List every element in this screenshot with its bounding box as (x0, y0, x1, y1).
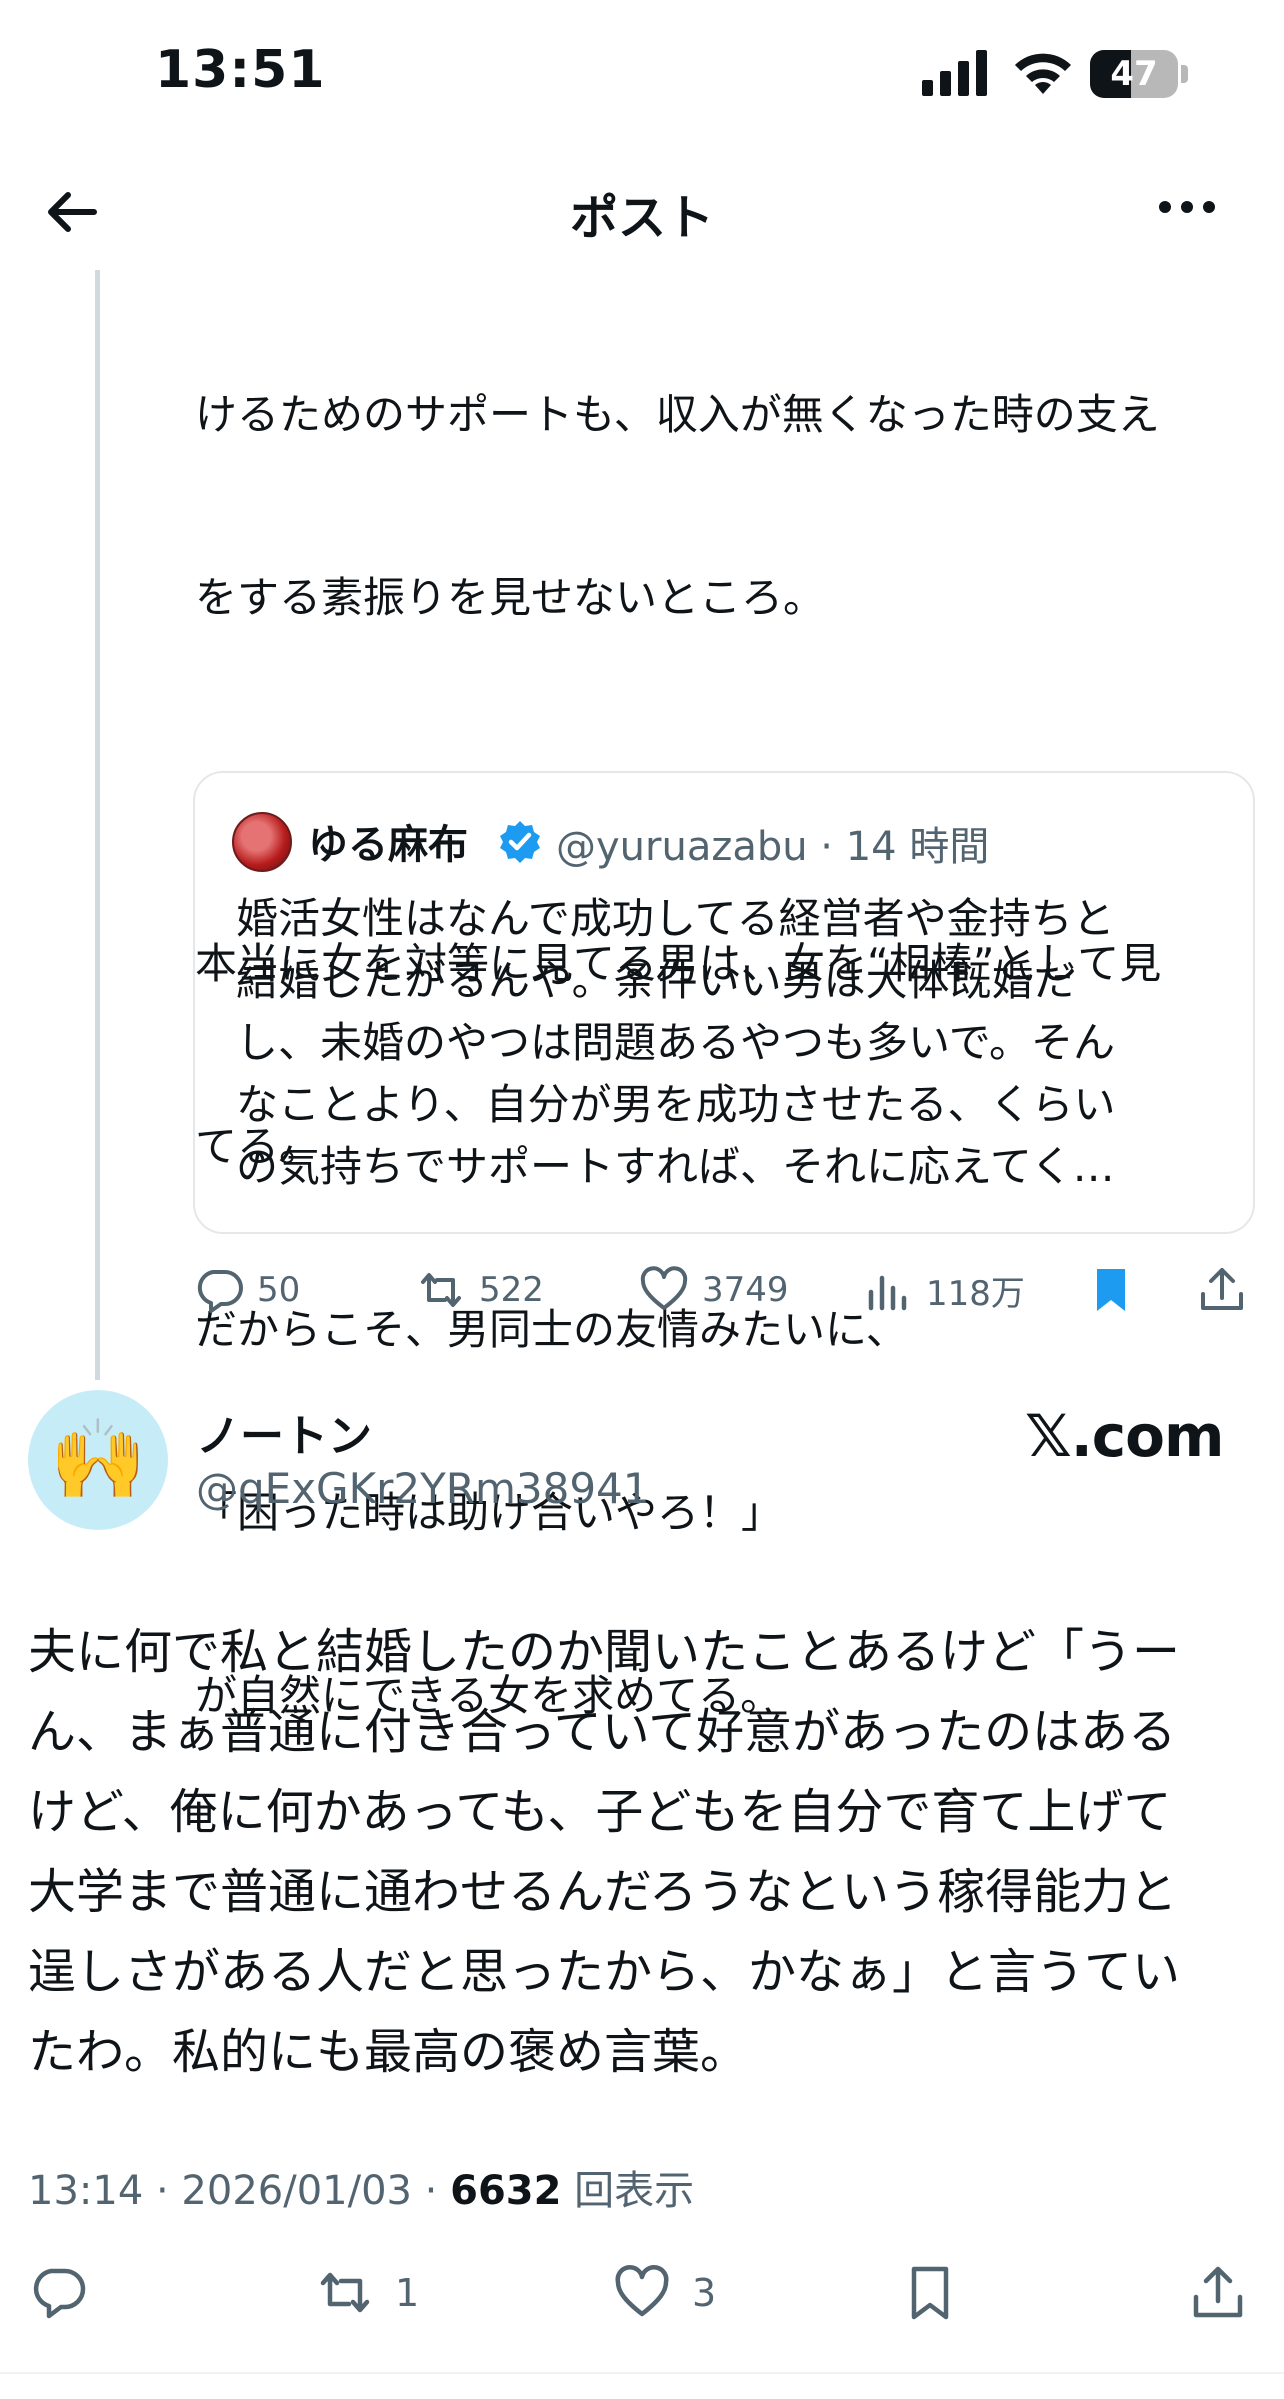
post-view-label: 回表示 (561, 2168, 695, 2214)
post-view-count[interactable]: 6632 (450, 2168, 561, 2214)
quoted-author-avatar (232, 812, 292, 872)
share-button[interactable] (1188, 2258, 1248, 2328)
page-title: ポスト (569, 190, 714, 246)
parent-reply-count: 50 (257, 1270, 301, 1310)
post-timestamp: 13:14 · 2026/01/03 · (28, 2168, 451, 2214)
heart-icon (640, 1266, 688, 1310)
status-time: 13:51 (155, 40, 326, 100)
parent-like-count: 3749 (702, 1270, 789, 1310)
post-metadata: 13:14 · 2026/01/03 · 6632 回表示 (28, 2158, 694, 2216)
analytics-bar-icon (868, 1275, 907, 1311)
bookmark-filled-icon (1097, 1269, 1125, 1311)
wifi-icon (1015, 53, 1071, 94)
quoted-post-line: の気持ちでサポートすれば、それに応えてく… (236, 1142, 1115, 1191)
quoted-post-text: 婚活女性はなんで成功してる経営者や金持ちと 結婚したがるんや。条件いい男は大体既… (236, 888, 1236, 1198)
main-post-line: 逞しさがある人だと思ったから、かなぁ」と言うてい (28, 1944, 1181, 2000)
bookmark-button[interactable] (900, 2258, 960, 2328)
quoted-author-name: ゆる麻布 (308, 822, 468, 868)
reply-button[interactable] (28, 2258, 88, 2328)
share-icon (1193, 2266, 1243, 2318)
parent-share-button[interactable] (1196, 1262, 1248, 1318)
reply-icon (197, 1270, 243, 1313)
cellular-signal-icon (922, 50, 987, 96)
main-post-line: 夫に何で私と結婚したのか聞いたことあるけど「うー (28, 1624, 1181, 1680)
parent-post-line: けるためのサポートも、収入が無くなった時の支え (195, 390, 1160, 439)
battery-level: 47 (1110, 54, 1158, 94)
author-avatar[interactable]: 🙌 (28, 1390, 168, 1530)
verified-badge-icon (500, 821, 540, 863)
main-post-text: 夫に何で私と結婚したのか聞いたことあるけど「うー ん、まぁ普通に付き合っていて好… (28, 1612, 1258, 2092)
heart-icon (615, 2265, 669, 2317)
quoted-post-line: 結婚したがるんや。条件いい男は大体既婚だ (236, 956, 1076, 1005)
parent-like-button[interactable]: 3749 (638, 1262, 789, 1318)
quoted-post-line: 婚活女性はなんで成功してる経営者や金持ちと (236, 894, 1115, 943)
quoted-author-handle-time: @yuruazabu · 14 時間 (556, 824, 990, 870)
author-handle[interactable]: @qExGKr2YRm38941 (196, 1464, 650, 1513)
repost-icon (421, 1273, 461, 1307)
parent-repost-count: 522 (479, 1270, 544, 1310)
parent-bookmark-button[interactable] (1085, 1262, 1137, 1318)
like-button[interactable]: 3 (612, 2258, 716, 2328)
quoted-post-line: なことより、自分が男を成功させたる、くらい (236, 1080, 1116, 1129)
repost-icon (320, 2272, 370, 2313)
main-post-line: ん、まぁ普通に付き合っていて好意があったのはある (28, 1704, 1177, 1760)
main-post-line: 大学まで普通に通わせるんだろうなという稼得能力と (28, 1864, 1178, 1920)
parent-repost-button[interactable]: 522 (415, 1262, 544, 1318)
repost-button[interactable]: 1 (315, 2258, 419, 2328)
parent-views-button[interactable]: 118万 (862, 1262, 1025, 1318)
parent-reply-button[interactable]: 50 (193, 1262, 300, 1318)
parent-view-count: 118万 (926, 1273, 1025, 1314)
repost-count: 1 (395, 2271, 420, 2315)
main-post-line: たわ。私的にも最高の褒め言葉。 (28, 2024, 749, 2080)
xcom-source-badge: 𝕏.com (1025, 1402, 1224, 1470)
bookmark-icon (911, 2266, 949, 2320)
thread-connector-line (95, 270, 100, 1380)
share-icon (1201, 1268, 1243, 1310)
like-count: 3 (692, 2271, 717, 2315)
more-options-icon[interactable] (1155, 185, 1219, 229)
reply-icon (33, 2268, 86, 2319)
divider (0, 2372, 1284, 2374)
quoted-post-line: し、未婚のやつは問題あるやつも多いで。そん (236, 1018, 1116, 1067)
author-name[interactable]: ノートン (196, 1400, 372, 1464)
main-post-line: けど、俺に何かあっても、子どもを自分で育て上げて (28, 1784, 1172, 1840)
battery-indicator: 47 (1090, 50, 1190, 98)
parent-post-line: をする素振りを見せないところ。 (195, 573, 826, 622)
